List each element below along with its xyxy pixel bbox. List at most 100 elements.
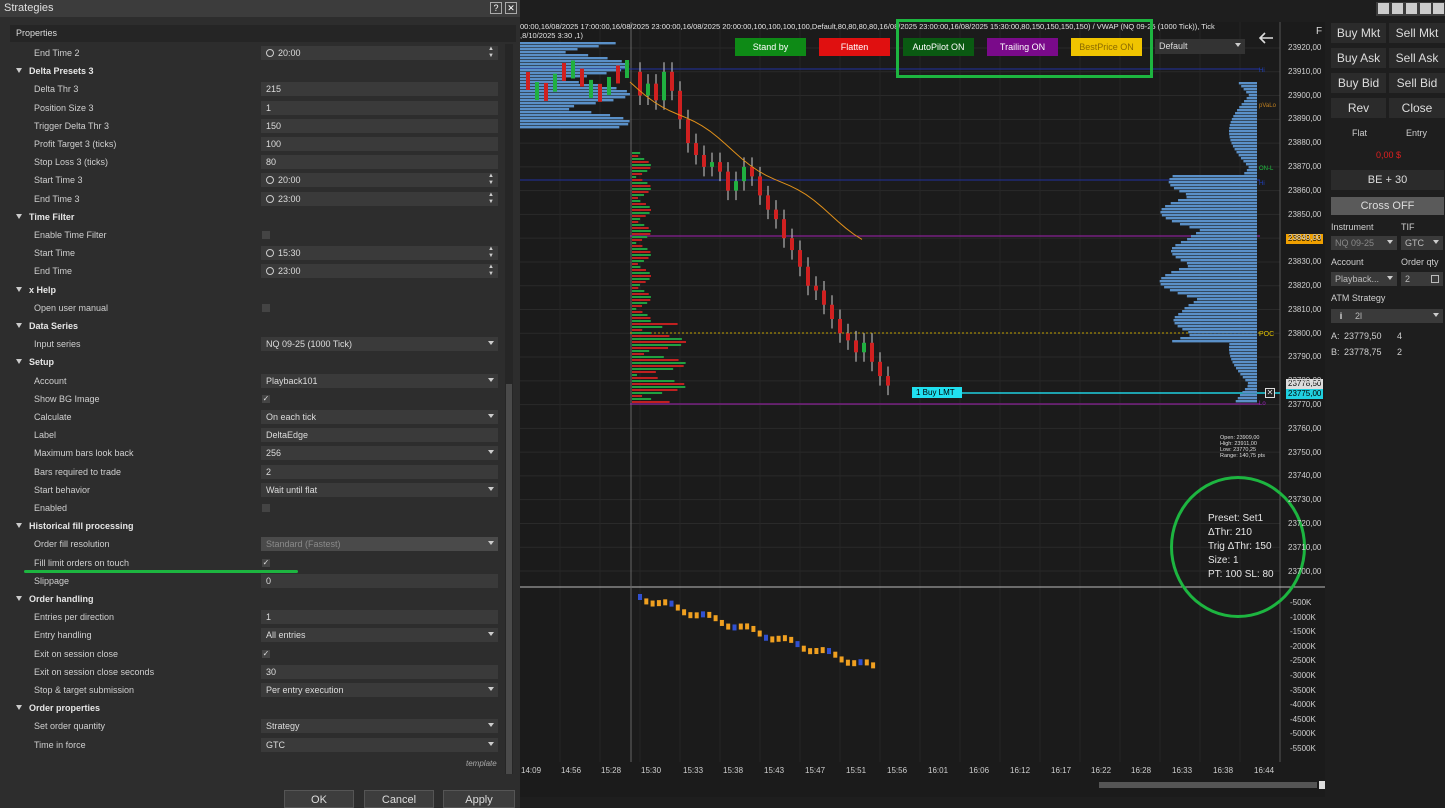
- buy-bid-button[interactable]: Buy Bid: [1331, 73, 1386, 93]
- property-row[interactable]: Maximum bars look back 256: [10, 444, 504, 462]
- property-select[interactable]: GTC: [261, 737, 498, 752]
- breakeven-button[interactable]: BE + 30: [1331, 170, 1444, 190]
- qty-input[interactable]: 2: [1401, 272, 1443, 286]
- property-row[interactable]: Label DeltaEdge: [10, 426, 504, 444]
- property-row[interactable]: End Time 23:00 ▲ ▼: [10, 262, 504, 280]
- property-input[interactable]: 150: [261, 118, 498, 133]
- property-row[interactable]: Order fill resolution Standard (Fastest): [10, 535, 504, 553]
- spinner-icon[interactable]: ▲ ▼: [488, 192, 494, 206]
- property-input[interactable]: 23:00 ▲ ▼: [261, 191, 498, 206]
- property-input[interactable]: 1: [261, 100, 498, 115]
- stand-by-button[interactable]: Stand by: [735, 38, 806, 56]
- property-row[interactable]: Bars required to trade 2: [10, 463, 504, 481]
- restore-icon[interactable]: [1378, 3, 1389, 14]
- checkbox[interactable]: ✓: [262, 558, 270, 567]
- ok-button[interactable]: OK: [284, 790, 354, 808]
- sell-ask-button[interactable]: Sell Ask: [1389, 48, 1445, 68]
- cancel-button[interactable]: Cancel: [364, 790, 434, 808]
- arrow-left-icon[interactable]: [1257, 31, 1275, 45]
- properties-scrollbar[interactable]: [505, 44, 513, 774]
- collapse-icon[interactable]: [16, 705, 22, 711]
- tif-select[interactable]: GTC: [1401, 236, 1443, 250]
- sell-mkt-button[interactable]: Sell Mkt: [1389, 23, 1445, 43]
- spinner-icon[interactable]: ▲ ▼: [488, 173, 494, 187]
- close-position-button[interactable]: Close: [1389, 98, 1445, 118]
- property-input[interactable]: 20:00 ▲ ▼: [261, 46, 498, 60]
- category-row[interactable]: Order handling: [10, 590, 504, 608]
- collapse-icon[interactable]: [16, 68, 22, 74]
- property-row[interactable]: Fill limit orders on touch ✓: [10, 554, 504, 572]
- property-row[interactable]: Stop & target submission Per entry execut…: [10, 681, 504, 699]
- tile-icon[interactable]: [1392, 3, 1403, 14]
- buy-mkt-button[interactable]: Buy Mkt: [1331, 23, 1386, 43]
- cross-button[interactable]: Cross OFF: [1331, 197, 1444, 215]
- flatten-button[interactable]: Flatten: [819, 38, 890, 56]
- property-row[interactable]: Enabled: [10, 499, 504, 517]
- close-button[interactable]: ✕: [505, 2, 517, 14]
- collapse-icon[interactable]: [16, 213, 22, 219]
- minimize-icon[interactable]: [1406, 3, 1417, 14]
- property-row[interactable]: Set order quantity Strategy: [10, 717, 504, 735]
- property-row[interactable]: Start Time 3 20:00 ▲ ▼: [10, 171, 504, 189]
- buy-limit-order[interactable]: 1 Buy LMT: [912, 387, 962, 398]
- price-chart[interactable]: [520, 22, 1325, 797]
- property-select[interactable]: Playback101: [261, 373, 498, 388]
- property-row[interactable]: Delta Thr 3 215: [10, 80, 504, 98]
- property-row[interactable]: Position Size 3 1: [10, 99, 504, 117]
- property-select[interactable]: All entries: [261, 628, 498, 643]
- property-input[interactable]: 0: [261, 573, 498, 588]
- property-row[interactable]: Show BG Image ✓: [10, 390, 504, 408]
- property-row[interactable]: Slippage 0: [10, 572, 504, 590]
- property-row[interactable]: Time in force GTC: [10, 736, 504, 754]
- calculator-icon[interactable]: [1431, 275, 1439, 283]
- property-row[interactable]: Entry handling All entries: [10, 626, 504, 644]
- spinner-icon[interactable]: ▲ ▼: [488, 246, 494, 260]
- property-row[interactable]: Account Playback101: [10, 372, 504, 390]
- collapse-icon[interactable]: [16, 523, 22, 529]
- checkbox[interactable]: [262, 303, 270, 312]
- collapse-icon[interactable]: [16, 359, 22, 365]
- property-input[interactable]: 15:30 ▲ ▼: [261, 246, 498, 261]
- property-select[interactable]: 256: [261, 446, 498, 461]
- spinner-icon[interactable]: ▲ ▼: [488, 264, 494, 278]
- category-row[interactable]: Setup: [10, 353, 504, 371]
- checkbox[interactable]: [262, 231, 270, 239]
- window-close-icon[interactable]: [1433, 3, 1444, 14]
- property-input[interactable]: 2: [261, 464, 498, 479]
- property-input[interactable]: 100: [261, 137, 498, 151]
- atm-select[interactable]: i 2l: [1331, 309, 1443, 323]
- property-select[interactable]: On each tick: [261, 410, 498, 424]
- property-row[interactable]: End Time 3 23:00 ▲ ▼: [10, 190, 504, 208]
- category-row[interactable]: Data Series: [10, 317, 504, 335]
- cancel-order-icon[interactable]: ✕: [1265, 388, 1275, 398]
- info-icon[interactable]: i: [1331, 309, 1351, 323]
- property-input[interactable]: 30: [261, 664, 498, 679]
- property-row[interactable]: Profit Target 3 (ticks) 100: [10, 135, 504, 153]
- help-button[interactable]: ?: [490, 2, 502, 14]
- property-input[interactable]: 1: [261, 610, 498, 625]
- property-row[interactable]: Enable Time Filter: [10, 226, 504, 244]
- property-select[interactable]: Wait until flat: [261, 482, 498, 497]
- property-input[interactable]: DeltaEdge: [261, 428, 498, 443]
- instrument-select[interactable]: NQ 09-25: [1331, 236, 1397, 250]
- property-row[interactable]: Stop Loss 3 (ticks) 80: [10, 153, 504, 171]
- collapse-icon[interactable]: [16, 596, 22, 601]
- buy-ask-button[interactable]: Buy Ask: [1331, 48, 1386, 68]
- property-row[interactable]: End Time 2 20:00 ▲ ▼: [10, 44, 504, 62]
- preset-select[interactable]: Default: [1155, 39, 1245, 54]
- property-row[interactable]: Input series NQ 09-25 (1000 Tick): [10, 335, 504, 353]
- property-select[interactable]: Strategy: [261, 719, 498, 734]
- chart-scrollbar[interactable]: [1099, 782, 1317, 788]
- property-row[interactable]: Exit on session close seconds 30: [10, 663, 504, 681]
- property-row[interactable]: Exit on session close ✓: [10, 645, 504, 663]
- checkbox[interactable]: ✓: [262, 394, 270, 403]
- category-row[interactable]: Historical fill processing: [10, 517, 504, 535]
- property-input[interactable]: 20:00 ▲ ▼: [261, 173, 498, 188]
- apply-button[interactable]: Apply: [443, 790, 515, 808]
- property-row[interactable]: Start Time 15:30 ▲ ▼: [10, 244, 504, 262]
- property-select[interactable]: NQ 09-25 (1000 Tick): [261, 337, 498, 352]
- property-row[interactable]: Start behavior Wait until flat: [10, 481, 504, 499]
- category-row[interactable]: Time Filter: [10, 208, 504, 226]
- rev-button[interactable]: Rev: [1331, 98, 1386, 118]
- property-input[interactable]: 80: [261, 155, 498, 170]
